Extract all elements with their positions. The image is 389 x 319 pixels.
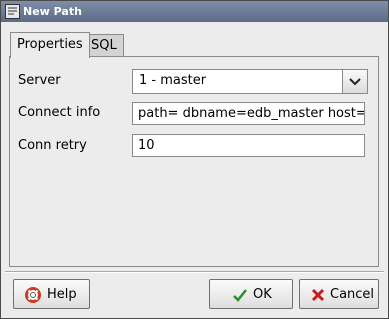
server-select-value: 1 - master [139, 73, 207, 88]
chevron-down-icon [349, 78, 361, 86]
ok-button[interactable]: OK [209, 279, 293, 309]
server-label: Server [18, 73, 61, 88]
tab-properties[interactable]: Properties [10, 32, 90, 58]
button-separator [5, 271, 384, 273]
server-select[interactable]: 1 - master [132, 69, 368, 94]
server-dropdown-button[interactable] [342, 70, 367, 93]
cancel-button[interactable]: Cancel [299, 279, 379, 309]
title-bar[interactable]: New Path [1, 1, 388, 22]
conn-retry-label: Conn retry [18, 138, 87, 153]
connect-info-input[interactable]: path= dbname=edb_master host=localh [132, 102, 365, 125]
cancel-label: Cancel [330, 287, 375, 302]
window-title: New Path [23, 5, 82, 18]
tab-sql[interactable]: SQL [84, 34, 124, 57]
tab-bar: Properties SQL [8, 32, 378, 58]
tab-properties-label: Properties [17, 37, 83, 52]
lifebuoy-icon [25, 287, 41, 303]
dialog-window: New Path Properties SQL Server 1 - maste… [0, 0, 389, 319]
x-icon [310, 287, 326, 303]
ok-label: OK [253, 287, 272, 302]
conn-retry-input[interactable]: 10 [132, 134, 365, 157]
window-app-icon[interactable] [5, 4, 20, 19]
checkmark-icon [232, 287, 248, 303]
help-label: Help [47, 287, 77, 302]
properties-panel: Server 1 - master Connect info path= dbn… [9, 56, 379, 267]
connect-info-label: Connect info [18, 105, 101, 120]
tab-sql-label: SQL [91, 38, 117, 53]
help-button[interactable]: Help [13, 279, 90, 309]
